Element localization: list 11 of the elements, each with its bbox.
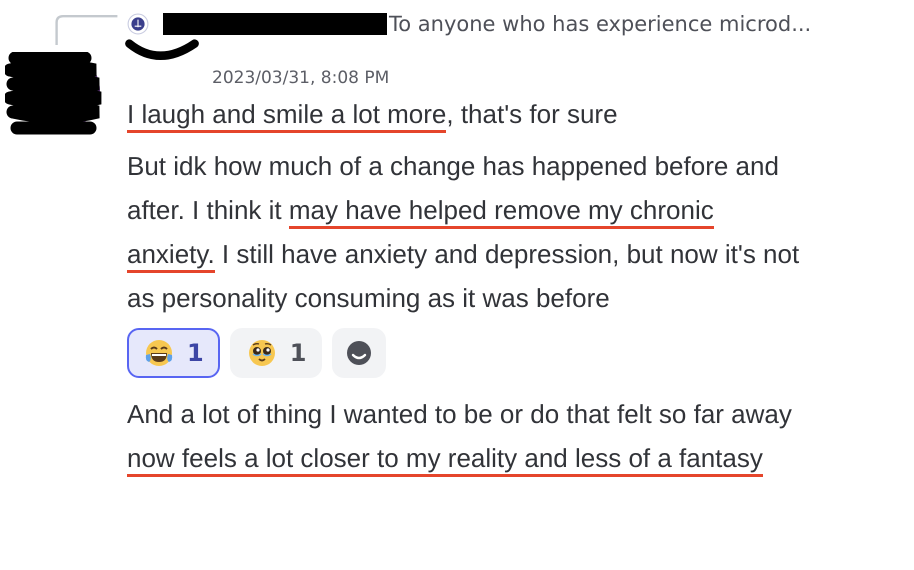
- message-text: But idk how much of a change has happened before and after. I think it may have helped remove my chronic anxiety. I still have anxiety and depression, but now it's not as personality consuming as it was before: [127, 150, 800, 315]
- message-text: I laugh and smile a lot more, that's for sure: [127, 92, 807, 136]
- reaction-button[interactable]: 1: [127, 328, 220, 378]
- reaction-button[interactable]: 1: [230, 328, 322, 378]
- reply-connector: [55, 12, 119, 46]
- reply-preview[interactable]: To anyone who has experience microd...: [389, 12, 812, 36]
- add-reaction-button[interactable]: [332, 328, 386, 378]
- timestamp: 2023/03/31, 8:08 PM: [212, 68, 390, 90]
- message-text: And a lot of thing I wanted to be or do that felt so far away now feels a lot closer to my reality and less of a fantasy: [127, 392, 807, 480]
- laughing-face-icon: [143, 337, 175, 369]
- server-crest-icon: [127, 13, 149, 35]
